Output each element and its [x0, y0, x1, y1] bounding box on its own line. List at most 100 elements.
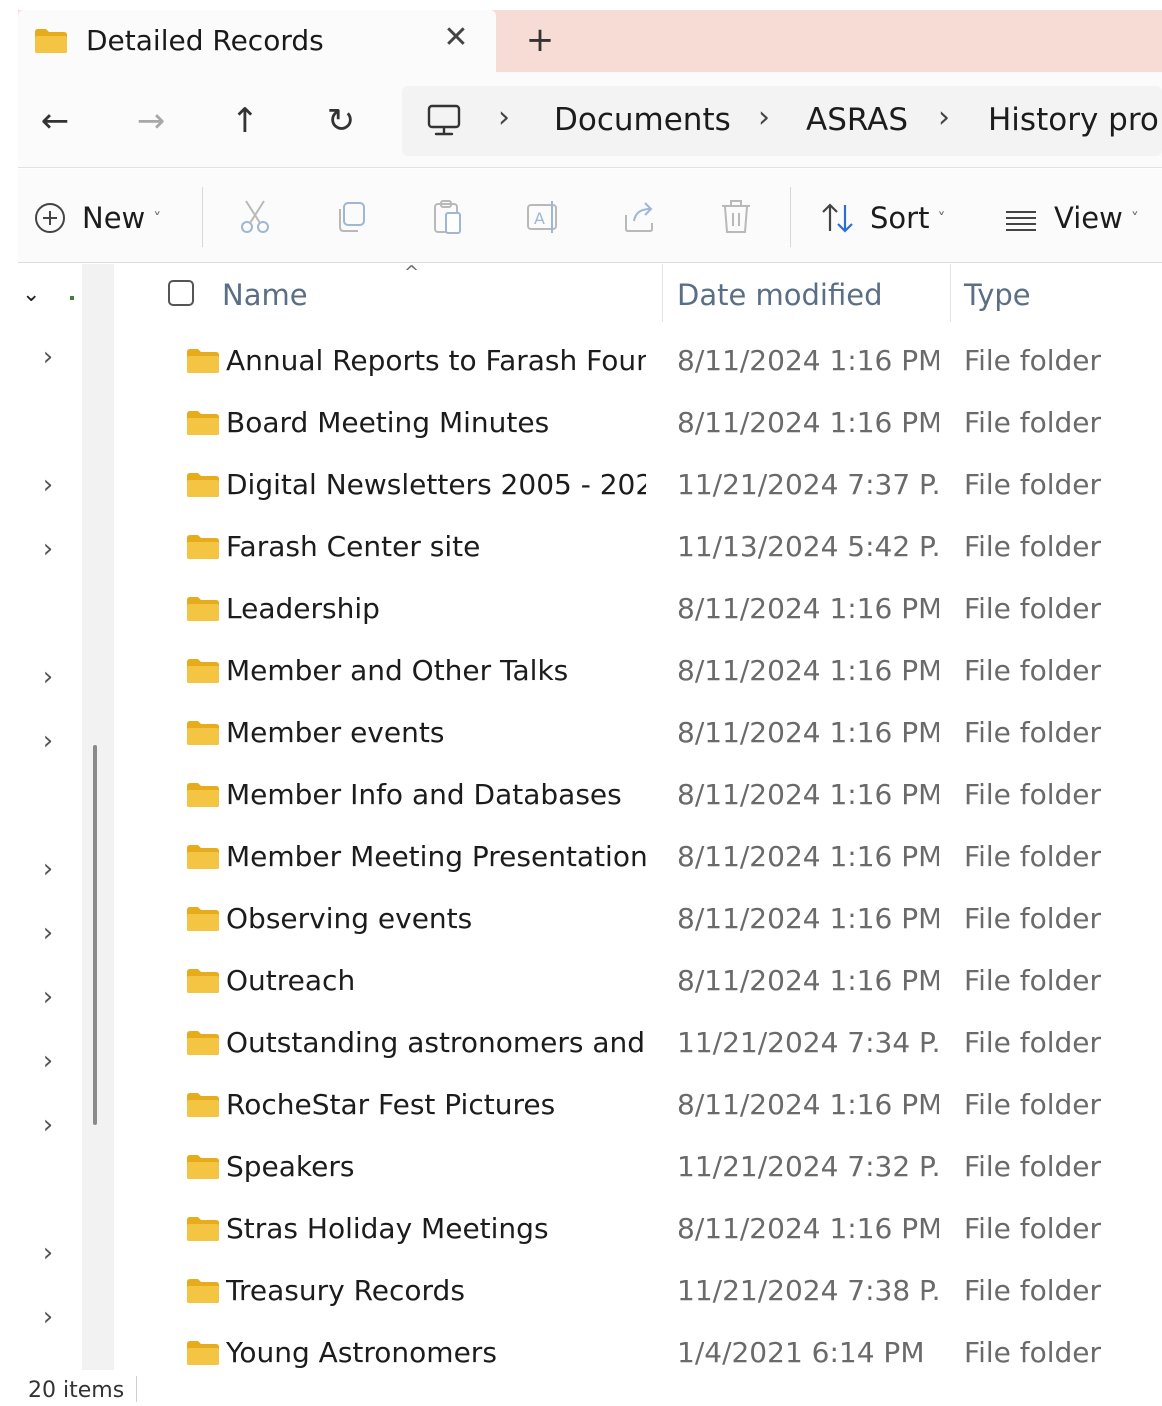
file-name[interactable]: RocheStar Fest Pictures: [226, 1088, 646, 1121]
file-name[interactable]: Member events: [226, 716, 646, 749]
file-date-modified: 8/11/2024 1:16 PM: [677, 902, 939, 935]
column-separator[interactable]: [662, 264, 663, 322]
copy-icon[interactable]: [332, 197, 372, 237]
file-row[interactable]: Member Meeting Presentations 8/11/2024 1:…: [114, 828, 1162, 890]
cut-icon[interactable]: [236, 197, 276, 237]
view-button[interactable]: View ˅: [1004, 193, 1139, 243]
file-row[interactable]: Observing events 8/11/2024 1:16 PM File fo…: [114, 890, 1162, 952]
file-date-modified: 8/11/2024 1:16 PM: [677, 406, 939, 439]
expand-chevron-icon[interactable]: ›: [36, 662, 60, 692]
sort-icon: [820, 201, 856, 235]
column-separator[interactable]: [950, 264, 951, 322]
add-tab-button[interactable]: +: [522, 22, 558, 58]
file-date-modified: 8/11/2024 1:16 PM: [677, 1212, 939, 1245]
close-icon[interactable]: ✕: [438, 20, 474, 56]
file-date-modified: 8/11/2024 1:16 PM: [677, 1088, 939, 1121]
file-row[interactable]: Outstanding astronomers and ... 11/21/202…: [114, 1014, 1162, 1076]
command-bar: New ˅ A Sort ˅ View ˅: [18, 169, 1162, 263]
navigation-scrollbar[interactable]: [93, 745, 97, 1125]
breadcrumb-separator[interactable]: ›: [498, 100, 510, 135]
back-button[interactable]: ←: [32, 98, 78, 144]
view-label: View: [1054, 201, 1123, 235]
expand-chevron-icon[interactable]: ›: [36, 918, 60, 948]
expand-chevron-icon[interactable]: ›: [36, 982, 60, 1012]
computer-icon[interactable]: [426, 104, 462, 142]
breadcrumb-history[interactable]: History pro: [988, 102, 1159, 138]
share-icon[interactable]: [620, 197, 660, 237]
sort-ascending-icon: ^: [404, 262, 420, 283]
expand-chevron-icon[interactable]: ›: [36, 1110, 60, 1140]
file-type: File folder: [964, 344, 1102, 377]
file-row[interactable]: RocheStar Fest Pictures 8/11/2024 1:16 PM…: [114, 1076, 1162, 1138]
file-name[interactable]: Farash Center site: [226, 530, 646, 563]
file-date-modified: 11/21/2024 7:37 P...: [677, 468, 939, 501]
delete-icon[interactable]: [716, 197, 756, 237]
address-bar[interactable]: › Documents › ASRAS › History pro: [402, 86, 1162, 156]
folder-icon: [186, 1092, 220, 1122]
folder-icon: [186, 844, 220, 874]
paste-icon[interactable]: [428, 197, 468, 237]
file-row[interactable]: Board Meeting Minutes 8/11/2024 1:16 PM Fi…: [114, 394, 1162, 456]
file-name[interactable]: Member Info and Databases: [226, 778, 646, 811]
file-type: File folder: [964, 964, 1102, 997]
expanded-chevron-icon[interactable]: ⌄: [22, 282, 40, 307]
file-name[interactable]: Outstanding astronomers and ...: [226, 1026, 646, 1059]
column-header-name[interactable]: Name: [222, 278, 308, 312]
breadcrumb-separator[interactable]: ›: [938, 100, 950, 135]
file-row[interactable]: Farash Center site 11/13/2024 5:42 P... Fi…: [114, 518, 1162, 580]
column-header-date-modified[interactable]: Date modified: [677, 278, 883, 312]
file-row[interactable]: Treasury Records 11/21/2024 7:38 P... File…: [114, 1262, 1162, 1324]
file-name[interactable]: Board Meeting Minutes: [226, 406, 646, 439]
file-name[interactable]: Digital Newsletters 2005 - 2024: [226, 468, 646, 501]
expand-chevron-icon[interactable]: ›: [36, 1302, 60, 1332]
file-row[interactable]: Young Astronomers 1/4/2021 6:14 PM File fo…: [114, 1324, 1162, 1370]
expand-chevron-icon[interactable]: ›: [36, 854, 60, 884]
folder-icon: [186, 658, 220, 688]
file-name[interactable]: Observing events: [226, 902, 646, 935]
file-row[interactable]: Outreach 8/11/2024 1:16 PM File folder: [114, 952, 1162, 1014]
file-name[interactable]: Member and Other Talks: [226, 654, 646, 687]
file-row[interactable]: Member events 8/11/2024 1:16 PM File folde…: [114, 704, 1162, 766]
new-button[interactable]: New ˅: [34, 193, 161, 243]
view-list-icon: [1004, 206, 1038, 231]
up-button[interactable]: ↑: [222, 98, 268, 144]
file-row[interactable]: Stras Holiday Meetings 8/11/2024 1:16 PM F…: [114, 1200, 1162, 1262]
file-name[interactable]: Young Astronomers: [226, 1336, 646, 1369]
file-row[interactable]: Member and Other Talks 8/11/2024 1:16 PM F…: [114, 642, 1162, 704]
breadcrumb-asras[interactable]: ASRAS: [806, 102, 908, 138]
file-date-modified: 11/21/2024 7:34 P...: [677, 1026, 939, 1059]
expand-chevron-icon[interactable]: ›: [36, 1238, 60, 1268]
folder-icon: [186, 968, 220, 998]
breadcrumb-documents[interactable]: Documents: [554, 102, 731, 138]
file-row[interactable]: Digital Newsletters 2005 - 2024 11/21/202…: [114, 456, 1162, 518]
tab-detailed-records[interactable]: Detailed Records ✕: [18, 10, 496, 72]
file-name[interactable]: Member Meeting Presentations: [226, 840, 646, 873]
column-header-type[interactable]: Type: [964, 278, 1031, 312]
breadcrumb-separator[interactable]: ›: [758, 100, 770, 135]
sort-button[interactable]: Sort ˅: [820, 193, 945, 243]
status-bar: 20 items: [18, 1370, 1162, 1406]
file-row[interactable]: Member Info and Databases 8/11/2024 1:16 …: [114, 766, 1162, 828]
file-row[interactable]: Leadership 8/11/2024 1:16 PM File folder: [114, 580, 1162, 642]
rename-icon[interactable]: A: [524, 197, 564, 237]
refresh-button[interactable]: ↻: [318, 98, 364, 144]
select-all-checkbox[interactable]: [168, 280, 194, 306]
file-name[interactable]: Outreach: [226, 964, 646, 997]
file-name[interactable]: Annual Reports to Farash Foun...: [226, 344, 646, 377]
folder-icon: [34, 28, 68, 58]
expand-chevron-icon[interactable]: ›: [36, 470, 60, 500]
expand-chevron-icon[interactable]: ›: [36, 726, 60, 756]
new-label: New: [82, 201, 146, 235]
file-name[interactable]: Stras Holiday Meetings: [226, 1212, 646, 1245]
file-name[interactable]: Treasury Records: [226, 1274, 646, 1307]
forward-button[interactable]: →: [128, 98, 174, 144]
file-name[interactable]: Speakers: [226, 1150, 646, 1183]
expand-chevron-icon[interactable]: ›: [36, 534, 60, 564]
expand-chevron-icon[interactable]: ›: [36, 342, 60, 372]
file-name[interactable]: Leadership: [226, 592, 646, 625]
file-row[interactable]: Annual Reports to Farash Foun... 8/11/202…: [114, 332, 1162, 394]
expand-chevron-icon[interactable]: ›: [36, 1046, 60, 1076]
plus-circle-icon: [34, 202, 66, 234]
folder-icon: [186, 906, 220, 936]
file-row[interactable]: Speakers 11/21/2024 7:32 P... File folder: [114, 1138, 1162, 1200]
